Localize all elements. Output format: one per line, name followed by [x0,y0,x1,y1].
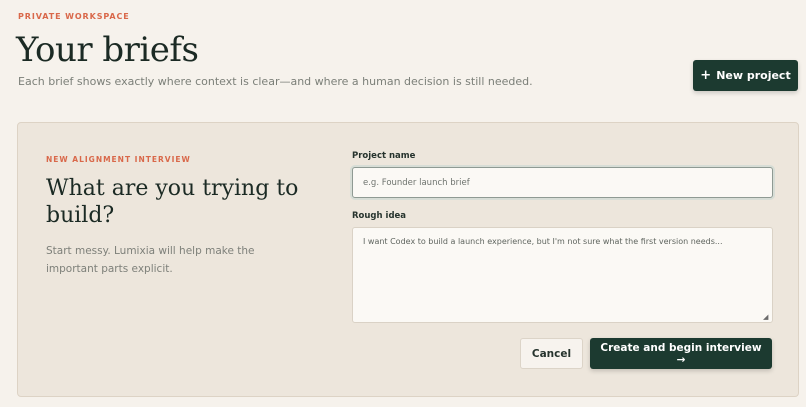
interview-eyebrow: NEW ALIGNMENT INTERVIEW [46,155,191,164]
rough-idea-label: Rough idea [352,211,407,221]
workspace-eyebrow: PRIVATE WORKSPACE [18,12,130,21]
interview-description: Start messy. Lumixia will help make the … [46,245,255,275]
project-name-input[interactable] [352,167,773,198]
briefs-page: PRIVATE WORKSPACE Your briefs Each brief… [0,0,806,407]
rough-idea-textarea[interactable] [352,227,773,323]
create-and-begin-interview-button[interactable]: Create and begin interview → [590,338,772,369]
interview-heading: What are you trying to build? [46,176,299,228]
project-name-label: Project name [352,151,416,161]
page-title: Your briefs [16,30,199,70]
new-interview-panel: NEW ALIGNMENT INTERVIEW What are you try… [17,122,799,397]
new-project-button[interactable]: + New project [693,60,798,91]
cancel-button[interactable]: Cancel [520,338,583,369]
new-project-label: New project [716,69,791,82]
page-subtitle: Each brief shows exactly where context i… [18,75,533,88]
plus-icon: + [700,68,712,83]
